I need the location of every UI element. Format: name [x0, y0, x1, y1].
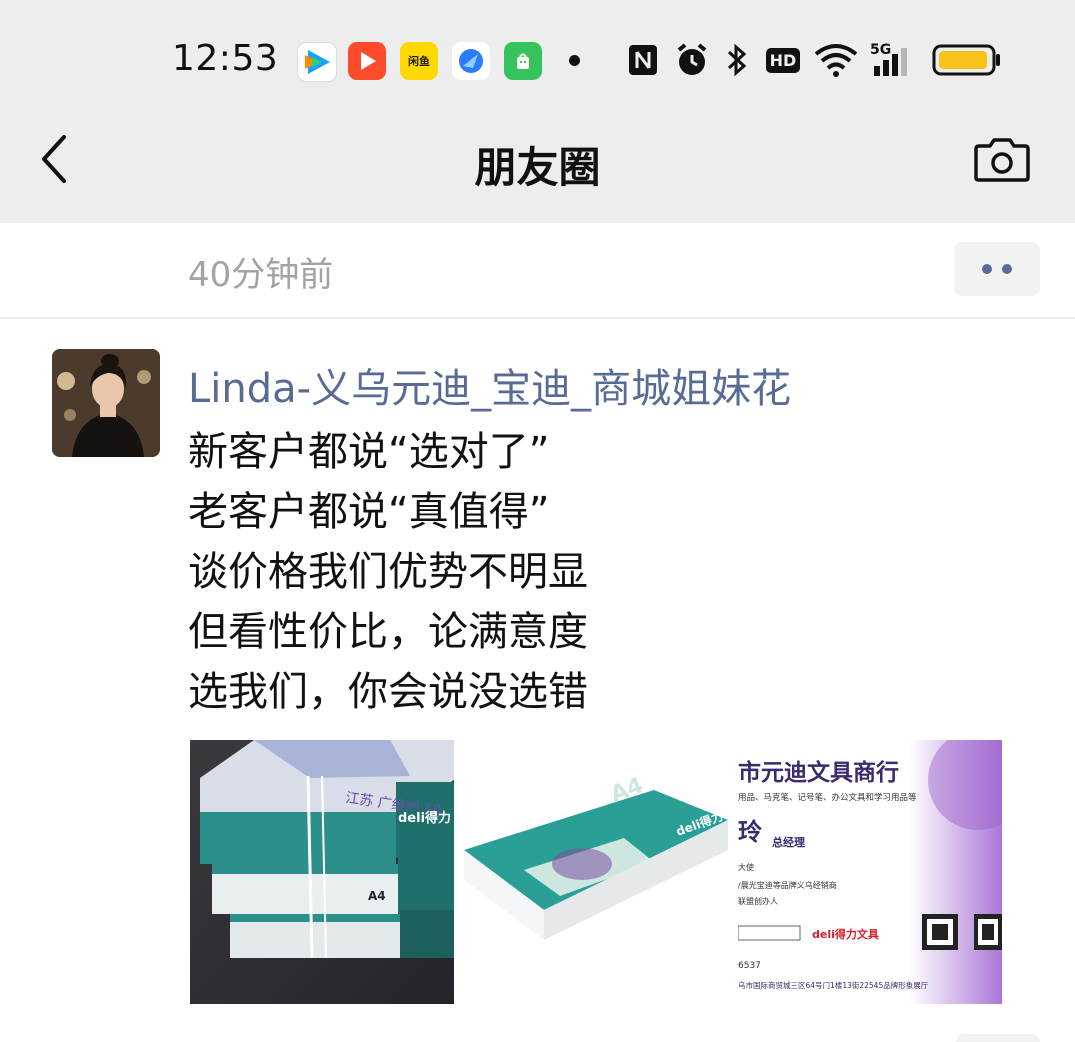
author-name-link[interactable]: Linda-义乌元迪_宝迪_商城姐妹花 [188, 356, 791, 414]
post-text-line: 但看性价比，论满意度 [188, 609, 588, 655]
camera-button[interactable] [970, 132, 1034, 188]
post-time: 40分钟前 [188, 255, 334, 295]
tencent-video-icon [297, 42, 337, 82]
notification-more-dot [569, 55, 580, 66]
post-divider [0, 317, 1075, 319]
status-bar: 12:53 闲鱼 HD 5G [0, 0, 1075, 118]
signal-5g-icon: 5G [868, 40, 918, 80]
browser-icon [452, 42, 490, 80]
alarm-icon [674, 40, 710, 80]
previous-post-footer: 40分钟前 [0, 223, 1075, 317]
page-title: 朋友圈 [474, 143, 601, 192]
nfc-icon [626, 40, 660, 80]
svg-text:用品、马克笔、记号笔、办公文具和学习用品等: 用品、马克笔、记号笔、办公文具和学习用品等 [738, 792, 917, 803]
svg-text:deli得力: deli得力 [398, 810, 451, 826]
post-text: 新客户都说“选对了” 老客户都说“真值得” 谈价格我们优势不明显 但看性价比，论… [188, 422, 588, 722]
svg-text:A4: A4 [368, 889, 386, 903]
svg-text:大使: 大使 [738, 862, 754, 872]
svg-text:/晨光宝迪等品牌义乌经销商: /晨光宝迪等品牌义乌经销商 [738, 880, 837, 890]
xianyu-icon: 闲鱼 [400, 42, 438, 80]
post-image-1[interactable]: 江苏 广维州 10 deli得力 A4 [190, 740, 454, 1004]
post-image-3[interactable]: 市元迪文具商行 用品、马克笔、记号笔、办公文具和学习用品等 玲 总经理 大使 /… [738, 740, 1002, 1004]
author-avatar[interactable] [52, 349, 160, 457]
svg-text:市元迪文具商行: 市元迪文具商行 [738, 759, 899, 786]
post-text-line: 老客户都说“真值得” [188, 489, 550, 535]
svg-text:deli得力文具: deli得力文具 [812, 927, 879, 941]
comment-like-more-button[interactable] [954, 242, 1040, 296]
top-header: 12:53 闲鱼 HD 5G 朋友圈 [0, 0, 1075, 223]
more-dot-icon [1002, 264, 1012, 274]
status-time: 12:53 [172, 38, 279, 79]
wifi-icon [812, 40, 860, 80]
svg-text:联盟创办人: 联盟创办人 [738, 896, 778, 906]
post-text-line: 新客户都说“选对了” [188, 429, 550, 475]
svg-text:乌市国际商贸城三区64号门1楼13街22545品牌形象展厅: 乌市国际商贸城三区64号门1楼13街22545品牌形象展厅 [738, 980, 929, 990]
post-text-line: 选我们，你会说没选错 [188, 669, 588, 715]
bluetooth-icon [724, 40, 750, 80]
svg-text:总经理: 总经理 [772, 835, 805, 849]
post-text-line: 谈价格我们优势不明显 [188, 549, 588, 595]
nav-bar: 朋友圈 [0, 118, 1075, 223]
svg-text:6537: 6537 [738, 961, 761, 971]
next-more-button-partial [956, 1034, 1040, 1042]
hd-icon: HD [764, 40, 802, 80]
battery-icon [932, 40, 1002, 80]
camera-icon [974, 138, 1030, 182]
video-player-icon [348, 42, 386, 80]
more-dot-icon [982, 264, 992, 274]
svg-text:5G: 5G [870, 42, 891, 58]
post-image-2[interactable]: deli得力 A4 [464, 740, 728, 1004]
svg-text:玲: 玲 [738, 818, 763, 846]
shopping-icon [504, 42, 542, 80]
